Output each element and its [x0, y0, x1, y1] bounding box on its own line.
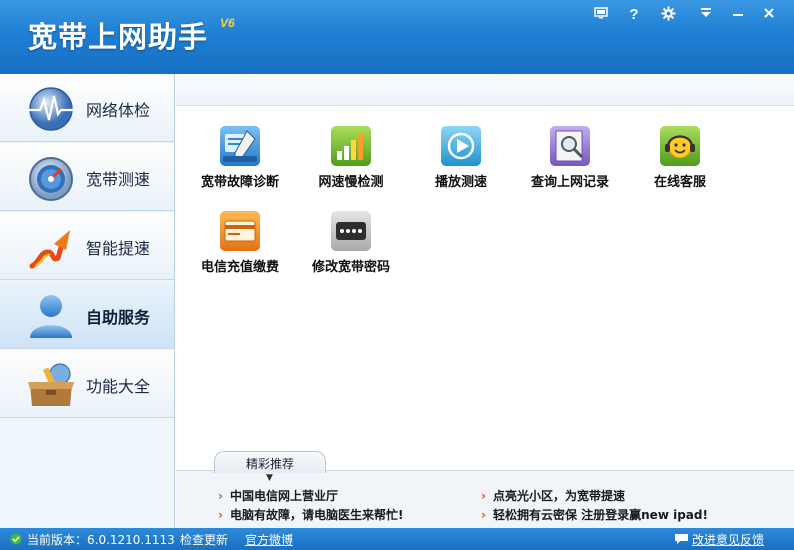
- sidebar: 网络体检 宽带测速 智能提速 自助服务 功能大全: [0, 74, 175, 528]
- recommend-panel: 精彩推荐 ▼ › 中国电信网上营业厅 › 点亮光小区，为宽带提速 › 电脑有故障，请电…: [176, 451, 794, 528]
- chevron-right-icon: ›: [218, 489, 223, 503]
- main-panel: 宽带故障诊断 网速慢检测 播放测速 查询上网记录 在线客服 电信充值缴费 修改宽…: [176, 74, 794, 470]
- toolbox-icon: [28, 363, 74, 406]
- sidebar-item-speed-test[interactable]: 宽带测速: [0, 143, 174, 211]
- tool-label: 查询上网记录: [530, 175, 609, 190]
- recommend-link-online-hall[interactable]: › 中国电信网上营业厅: [218, 487, 338, 504]
- gear-icon[interactable]: [653, 2, 683, 24]
- password-icon: [331, 211, 371, 251]
- tool-slow-network-check[interactable]: 网速慢检测: [296, 125, 406, 201]
- chevron-right-icon: ›: [481, 489, 486, 503]
- check-circle-icon: [10, 533, 22, 545]
- card-icon: [220, 211, 260, 251]
- magnifier-document-icon: [550, 126, 590, 166]
- sidebar-item-all-features[interactable]: 功能大全: [0, 350, 174, 418]
- minimize-icon[interactable]: [723, 2, 753, 24]
- check-update-link[interactable]: 检查更新: [180, 531, 228, 548]
- help-icon[interactable]: ?: [619, 2, 649, 24]
- rocket-arrow-icon: [29, 230, 70, 269]
- headset-smiley-icon: [660, 126, 700, 166]
- play-icon: [441, 126, 481, 166]
- triangle-down-icon: ▼: [266, 473, 273, 483]
- sidebar-item-label: 智能提速: [86, 239, 151, 258]
- diagnostic-tools-icon: [220, 126, 260, 166]
- status-bar: 当前版本：6.0.1210.1113 检查更新 官方微博 改进意见反馈: [0, 528, 794, 550]
- heartbeat-globe-icon: [28, 87, 74, 131]
- tool-label: 在线客服: [653, 175, 706, 190]
- signal-bars-icon: [331, 126, 371, 166]
- svg-text:?: ?: [629, 6, 638, 21]
- sidebar-item-network-check[interactable]: 网络体检: [0, 74, 174, 142]
- sidebar-item-self-service[interactable]: 自助服务: [0, 281, 174, 349]
- tool-playback-speed-test[interactable]: 播放测速: [406, 125, 516, 201]
- recommend-tab[interactable]: 精彩推荐: [214, 451, 326, 473]
- menu-down-icon[interactable]: [691, 2, 721, 24]
- tool-query-internet-records[interactable]: 查询上网记录: [515, 125, 625, 201]
- tool-label: 电信充值缴费: [200, 260, 279, 275]
- tool-label: 修改宽带密码: [311, 260, 390, 275]
- official-weibo-link[interactable]: 官方微博: [245, 531, 293, 548]
- feedback-link[interactable]: 改进意见反馈: [692, 531, 764, 548]
- app-title: 宽带上网助手: [28, 20, 209, 54]
- sidebar-item-label: 功能大全: [86, 377, 151, 396]
- recommend-tab-label: 精彩推荐: [245, 457, 294, 471]
- tool-label: 网速慢检测: [318, 175, 384, 190]
- app-version: V6: [220, 16, 235, 30]
- user-icon: [30, 295, 72, 338]
- tool-online-customer-service[interactable]: 在线客服: [625, 125, 735, 201]
- chevron-right-icon: ›: [481, 508, 486, 522]
- tool-label: 宽带故障诊断: [200, 175, 279, 190]
- sidebar-item-label: 宽带测速: [86, 170, 151, 189]
- tool-label: 播放测速: [434, 175, 487, 190]
- close-icon[interactable]: [754, 2, 784, 24]
- tool-change-broadband-password[interactable]: 修改宽带密码: [296, 210, 406, 286]
- recommend-link-fiber-community[interactable]: › 点亮光小区，为宽带提速: [481, 487, 625, 504]
- speedometer-icon: [29, 157, 73, 201]
- recommend-link-cloud-security[interactable]: › 轻松拥有云密保 注册登录赢new ipad!: [481, 506, 708, 523]
- speech-bubble-icon: [675, 534, 688, 544]
- tool-broadband-diagnosis[interactable]: 宽带故障诊断: [185, 125, 295, 201]
- content-header: [176, 74, 794, 106]
- recommend-link-pc-doctor[interactable]: › 电脑有故障，请电脑医生来帮忙!: [218, 506, 403, 523]
- chevron-right-icon: ›: [218, 508, 223, 522]
- sidebar-item-label: 自助服务: [86, 308, 151, 327]
- version-text: 当前版本：6.0.1210.1113: [27, 533, 175, 547]
- sidebar-item-smart-boost[interactable]: 智能提速: [0, 212, 174, 280]
- sidebar-item-label: 网络体检: [86, 101, 151, 120]
- monitor-icon[interactable]: [586, 2, 616, 24]
- tool-telecom-recharge[interactable]: 电信充值缴费: [185, 210, 295, 286]
- title-bar: 宽带上网助手 V6 ?: [0, 0, 794, 74]
